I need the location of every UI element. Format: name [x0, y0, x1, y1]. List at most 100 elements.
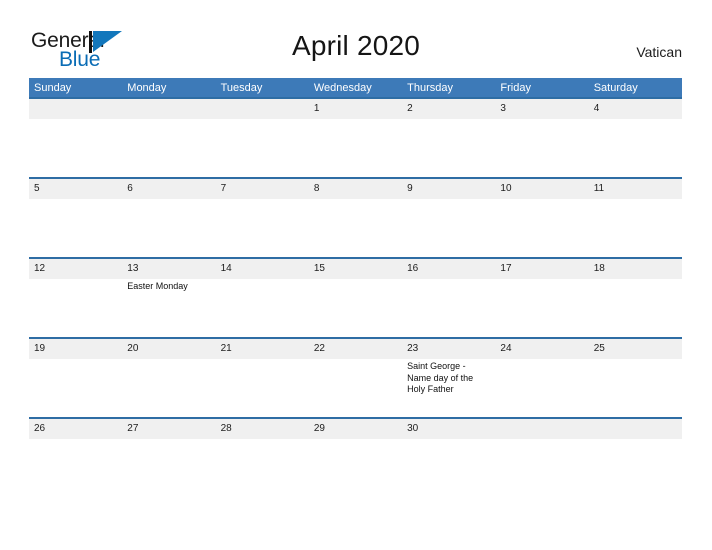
day-number: 17 — [495, 259, 589, 279]
page-header: General Blue April 2020 Vatican — [0, 0, 712, 78]
calendar-day-cell[interactable]: 10 — [495, 177, 589, 258]
calendar-day-cell[interactable]: 22 — [308, 337, 403, 418]
weekday-header-sunday: Sunday — [29, 78, 123, 98]
day-cell-inner: 7 — [215, 179, 309, 257]
calendar-day-cell[interactable]: 24 — [495, 337, 589, 418]
day-number: 12 — [29, 259, 123, 279]
day-cell-inner: 27 — [122, 419, 216, 442]
weekday-header-saturday: Saturday — [588, 78, 682, 98]
calendar-week-row: 1234 — [29, 97, 682, 178]
calendar-day-cell[interactable]: 12 — [29, 257, 123, 338]
day-number: 29 — [308, 419, 403, 439]
weekday-header-row: Sunday Monday Tuesday Wednesday Thursday… — [29, 78, 682, 98]
calendar-day-cell[interactable]: 26 — [29, 417, 123, 442]
calendar-day-cell[interactable]: 28 — [215, 417, 309, 442]
day-cell-inner: 16 — [402, 259, 496, 337]
weekday-header-friday: Friday — [495, 78, 589, 98]
calendar-day-cell[interactable]: 29 — [308, 417, 403, 442]
day-number: 7 — [215, 179, 309, 199]
day-cell-inner — [29, 99, 123, 177]
day-cell-inner: 25 — [588, 339, 682, 417]
day-number: 10 — [495, 179, 589, 199]
calendar-day-cell[interactable]: 7 — [215, 177, 309, 258]
calendar-day-cell[interactable]: 17 — [495, 257, 589, 338]
day-number: 15 — [308, 259, 403, 279]
day-cell-inner: 6 — [122, 179, 216, 257]
day-number: 23 — [402, 339, 496, 359]
day-cell-inner: 30 — [402, 419, 496, 442]
calendar-empty-cell — [122, 97, 216, 178]
day-cell-inner: 5 — [29, 179, 123, 257]
calendar-day-cell[interactable]: 19 — [29, 337, 123, 418]
day-number — [215, 99, 309, 119]
calendar-week-row: 19 20 21 22 23 Saint George - Name day of the… — [29, 337, 682, 418]
calendar-empty-cell — [495, 417, 589, 442]
calendar-empty-cell — [588, 417, 682, 442]
day-cell-inner: 3 — [495, 99, 589, 177]
calendar-day-cell[interactable]: 13 Easter Monday — [122, 257, 216, 338]
calendar-day-cell[interactable]: 27 — [122, 417, 216, 442]
day-cell-inner: 21 — [215, 339, 309, 417]
weekday-header-wednesday: Wednesday — [308, 78, 403, 98]
day-number: 24 — [495, 339, 589, 359]
day-cell-inner: 4 — [588, 99, 682, 177]
day-number: 6 — [122, 179, 216, 199]
calendar-day-cell[interactable]: 11 — [588, 177, 682, 258]
calendar-day-cell[interactable]: 14 — [215, 257, 309, 338]
day-cell-inner: 8 — [308, 179, 403, 257]
day-cell-inner: 13 Easter Monday — [122, 259, 216, 337]
calendar-day-cell[interactable]: 2 — [402, 97, 496, 178]
calendar-day-cell[interactable]: 30 — [402, 417, 496, 442]
day-cell-inner: 23 Saint George - Name day of the Holy Fa… — [402, 339, 496, 417]
day-number — [588, 419, 682, 439]
weekday-header-thursday: Thursday — [402, 78, 496, 98]
day-cell-inner: 28 — [215, 419, 309, 442]
calendar-day-cell[interactable]: 20 — [122, 337, 216, 418]
day-number: 13 — [122, 259, 216, 279]
day-cell-inner: 9 — [402, 179, 496, 257]
page-title: April 2020 — [291, 30, 421, 61]
calendar-event[interactable]: Saint George - Name day of the Holy Fath… — [407, 361, 478, 396]
day-cell-inner: 24 — [495, 339, 589, 417]
day-number: 8 — [308, 179, 403, 199]
day-cell-inner: 15 — [308, 259, 403, 337]
weekday-header-monday: Monday — [122, 78, 216, 98]
calendar-day-cell[interactable]: 8 — [308, 177, 403, 258]
day-number: 22 — [308, 339, 403, 359]
day-cell-inner — [495, 419, 589, 442]
day-number: 26 — [29, 419, 123, 439]
calendar-day-cell[interactable]: 23 Saint George - Name day of the Holy Fa… — [402, 337, 496, 418]
calendar-event[interactable]: Easter Monday — [127, 281, 198, 293]
day-events: Easter Monday — [122, 279, 204, 293]
day-cell-inner — [588, 419, 682, 442]
calendar-day-cell[interactable]: 21 — [215, 337, 309, 418]
calendar-day-cell[interactable]: 18 — [588, 257, 682, 338]
day-number: 21 — [215, 339, 309, 359]
calendar-day-cell[interactable]: 16 — [402, 257, 496, 338]
calendar-day-cell[interactable]: 4 — [588, 97, 682, 178]
day-cell-inner: 12 — [29, 259, 123, 337]
day-cell-inner: 11 — [588, 179, 682, 257]
day-cell-inner: 18 — [588, 259, 682, 337]
calendar-day-cell[interactable]: 9 — [402, 177, 496, 258]
calendar-week-row: 5 6 7 8 9 10 11 — [29, 177, 682, 258]
day-cell-inner: 22 — [308, 339, 403, 417]
day-cell-inner: 1 — [308, 99, 403, 177]
calendar-day-cell[interactable]: 5 — [29, 177, 123, 258]
day-cell-inner: 26 — [29, 419, 123, 442]
day-number: 2 — [402, 99, 496, 119]
day-number: 14 — [215, 259, 309, 279]
calendar-day-cell[interactable]: 6 — [122, 177, 216, 258]
calendar-day-cell[interactable]: 15 — [308, 257, 403, 338]
day-number — [29, 99, 123, 119]
locale-label: Vatican — [636, 44, 682, 60]
calendar-empty-cell — [215, 97, 309, 178]
calendar-day-cell[interactable]: 3 — [495, 97, 589, 178]
calendar-page: General Blue April 2020 Vatican Sunday M… — [0, 0, 712, 550]
day-cell-inner: 10 — [495, 179, 589, 257]
calendar-day-cell[interactable]: 1 — [308, 97, 403, 178]
day-cell-inner: 29 — [308, 419, 403, 442]
calendar-week-row: 26 27 28 29 30 — [29, 417, 682, 442]
day-number — [495, 419, 589, 439]
calendar-day-cell[interactable]: 25 — [588, 337, 682, 418]
